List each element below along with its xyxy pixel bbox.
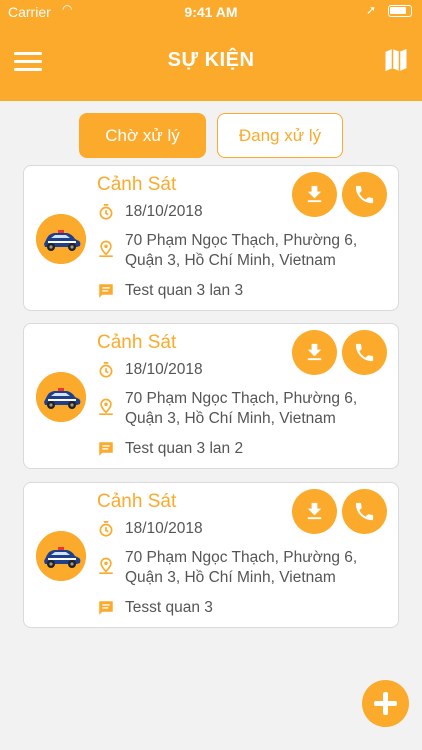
event-note: Test quan 3 lan 2 bbox=[125, 440, 244, 457]
police-car-icon bbox=[36, 372, 86, 422]
location-pin-icon bbox=[97, 240, 115, 258]
message-icon bbox=[97, 440, 115, 458]
event-address: 70 Phạm Ngọc Thạch, Phường 6, Quận 3, Hồ… bbox=[125, 232, 358, 269]
location-arrow-icon: ➚ bbox=[365, 3, 376, 17]
timer-icon bbox=[97, 203, 115, 221]
location-pin-icon bbox=[97, 557, 115, 575]
timer-icon bbox=[97, 361, 115, 379]
call-button[interactable] bbox=[342, 172, 387, 217]
event-date: 18/10/2018 bbox=[125, 520, 203, 537]
status-bar: Carrier ◠ 9:41 AM ➚ bbox=[0, 0, 422, 24]
call-button[interactable] bbox=[342, 489, 387, 534]
page-title: SỰ KIỆN bbox=[167, 49, 255, 71]
timer-icon bbox=[97, 520, 115, 538]
event-address: 70 Phạm Ngọc Thạch, Phường 6, Quận 3, Hồ… bbox=[125, 390, 358, 427]
download-button[interactable] bbox=[292, 172, 337, 217]
event-card[interactable]: Cảnh Sát 18/10/2018 70 Phạm Ngọc Thạch, Ph… bbox=[23, 323, 399, 469]
event-note: Tesst quan 3 bbox=[125, 599, 213, 616]
event-address: 70 Phạm Ngọc Thạch, Phường 6, Quận 3, Hồ… bbox=[125, 549, 358, 586]
event-title: Cảnh Sát bbox=[97, 174, 177, 195]
event-card[interactable]: Cảnh Sát 18/10/2018 70 Phạm Ngọc Thạch, Ph… bbox=[23, 165, 399, 311]
event-date: 18/10/2018 bbox=[125, 203, 203, 220]
map-icon[interactable] bbox=[382, 46, 410, 74]
event-date: 18/10/2018 bbox=[125, 361, 203, 378]
call-button[interactable] bbox=[342, 330, 387, 375]
battery-icon bbox=[388, 5, 412, 17]
event-note: Test quan 3 lan 3 bbox=[125, 282, 244, 299]
message-icon bbox=[97, 282, 115, 300]
event-card[interactable]: Cảnh Sát 18/10/2018 70 Phạm Ngọc Thạch, Ph… bbox=[23, 482, 399, 628]
download-button[interactable] bbox=[292, 330, 337, 375]
download-button[interactable] bbox=[292, 489, 337, 534]
tab-pending[interactable]: Chờ xử lý bbox=[79, 113, 206, 158]
event-title: Cảnh Sát bbox=[97, 491, 177, 512]
event-title: Cảnh Sát bbox=[97, 332, 177, 353]
location-pin-icon bbox=[97, 398, 115, 416]
clock: 9:41 AM bbox=[184, 4, 238, 20]
app-header: Carrier ◠ 9:41 AM ➚ SỰ KIỆN bbox=[0, 0, 422, 101]
tab-processing[interactable]: Đang xử lý bbox=[217, 113, 343, 158]
police-car-icon bbox=[36, 531, 86, 581]
add-event-button[interactable] bbox=[362, 680, 409, 727]
police-car-icon bbox=[36, 214, 86, 264]
message-icon bbox=[97, 599, 115, 617]
